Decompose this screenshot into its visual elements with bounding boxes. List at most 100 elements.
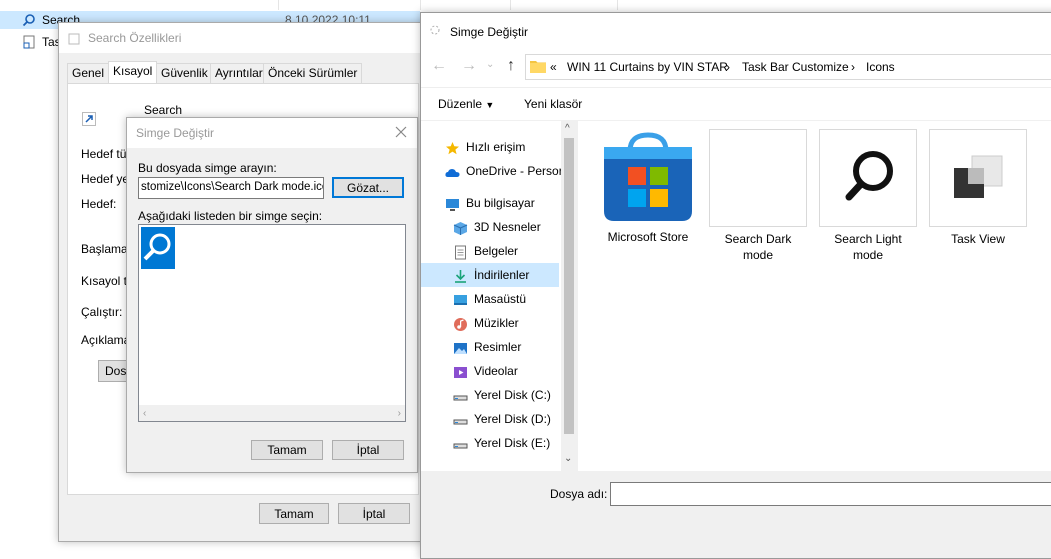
nav-item[interactable]: OneDrive - Persor [421,159,563,183]
file-name: Microsoft Store [607,230,689,244]
tab-details[interactable]: Ayrıntılar [210,63,268,83]
nav-item-label: OneDrive - Persor [466,164,563,178]
horizontal-scrollbar[interactable]: ‹ › [139,405,405,421]
tab-shortcut[interactable]: Kısayol [108,61,158,83]
close-icon[interactable] [395,126,407,138]
store-icon [600,129,696,225]
breadcrumb-separator-icon: › [726,60,730,74]
folder-icon [530,59,546,76]
scroll-left-icon[interactable]: ‹ [143,408,146,419]
scroll-up-icon[interactable]: ^ [565,123,570,134]
task-view-icon [929,129,1027,227]
nav-item[interactable]: Belgeler [421,239,559,263]
back-arrow-icon[interactable]: ← [431,57,447,75]
icon-list[interactable]: ‹ › [138,224,406,422]
scroll-right-icon[interactable]: › [398,408,401,419]
drive-icon [453,388,468,403]
change-icon-dialog: Simge Değiştir Bu dosyada simge arayın: … [126,117,418,473]
blank-icon [709,129,807,227]
window-title: Search Özellikleri [88,31,182,45]
drive-icon [453,436,468,451]
breadcrumb-item[interactable]: Task Bar Customize [742,60,849,74]
scroll-down-icon[interactable]: ⌄ [564,453,572,464]
properties-app-icon [68,33,80,45]
desktop-icon [453,292,468,307]
icon-list-label: Aşağıdaki listeden bir simge seçin: [138,209,323,223]
cancel-button[interactable]: İptal [338,503,410,524]
nav-item[interactable]: Hızlı erişim [421,135,559,159]
star-icon [445,140,460,155]
file-name: Search Light mode [834,232,902,262]
file-tile-task-view[interactable]: Task View [928,129,1028,247]
tab-general[interactable]: Genel [67,63,110,83]
nav-item-label: Resimler [474,340,522,354]
breadcrumb-overflow[interactable]: « [550,60,557,74]
filename-label: Dosya adı: [550,487,608,501]
music-icon [453,316,468,331]
file-tile-search-light-mode[interactable]: Search Light mode [818,129,918,263]
breadcrumb-item[interactable]: WIN 11 Curtains by VIN STAR [567,60,728,74]
up-arrow-icon[interactable]: ↑ [507,57,515,75]
window-title: Simge Değiştir [450,25,529,39]
browse-button[interactable]: Gözat... [332,177,404,198]
search-icon [142,231,174,268]
nav-item[interactable]: Videolar [421,359,559,383]
app-icon [429,24,441,36]
drive-icon [453,412,468,427]
organize-menu[interactable]: Düzenle ▼ [438,97,494,111]
file-open-dialog: Simge Değiştir ← → ⌄ ↑ « WIN 11 Curtains… [420,12,1051,559]
search-icon [819,129,917,227]
column-divider [278,0,279,10]
filename-input[interactable] [610,482,1051,506]
forward-arrow-icon[interactable]: → [461,57,477,75]
navigation-pane[interactable]: Hızlı erişim OneDrive - Persor Bu bilgisay… [421,121,577,471]
breadcrumb-separator-icon: › [851,60,855,74]
new-folder-button[interactable]: Yeni klasör [524,97,582,111]
icon-list-item-search[interactable] [141,227,175,269]
field-label: Çalıştır: [81,305,123,319]
nav-item[interactable]: Bu bilgisayar [421,191,559,215]
tab-strip: Genel Kısayol Güvenlik Ayrıntılar Önceki… [67,61,437,83]
nav-item[interactable]: 3D Nesneler [421,215,559,239]
vertical-scrollbar[interactable]: ^ ⌄ [561,121,577,471]
file-tile-search-dark-mode[interactable]: Search Dark mode [708,129,808,263]
nav-item-label: Yerel Disk (C:) [474,388,551,402]
nav-item-label: Bu bilgisayar [466,196,535,210]
nav-item-label: Belgeler [474,244,519,258]
address-bar[interactable]: « WIN 11 Curtains by VIN STAR › Task Bar… [525,54,1051,80]
file-name: Search Dark mode [724,232,792,262]
nav-item[interactable]: Müzikler [421,311,559,335]
nav-item[interactable]: İndirilenler [421,263,559,287]
cancel-button[interactable]: İptal [332,440,404,460]
title-bar[interactable]: Simge Değiştir [127,118,417,148]
file-tile-microsoft-store[interactable]: Microsoft Store [598,129,698,245]
nav-item-label: Müzikler [474,316,519,330]
nav-item-label: Masaüstü [474,292,527,306]
breadcrumb-item[interactable]: Icons [866,60,895,74]
download-icon [453,268,468,283]
nav-item[interactable]: Masaüstü [421,287,559,311]
pictures-icon [453,340,468,355]
field-label: Hedef: [81,197,117,211]
column-divider [617,0,618,10]
icon-file-path-input[interactable]: stomize\Icons\Search Dark mode.ico [138,177,324,199]
dropdown-arrow-icon: ▼ [485,100,495,110]
ok-button[interactable]: Tamam [251,440,323,460]
nav-item[interactable]: Resimler [421,335,559,359]
nav-item[interactable]: Yerel Disk (D:) [421,407,559,431]
tab-security[interactable]: Güvenlik [156,63,213,83]
nav-item-label: İndirilenler [474,268,530,282]
shortcut-arrow-icon [82,112,96,126]
file-view[interactable]: Microsoft Store Search Dark mode Search … [578,121,1051,471]
ok-button[interactable]: Tamam [259,503,329,524]
nav-item[interactable]: Yerel Disk (C:) [421,383,559,407]
nav-item-label: Yerel Disk (E:) [474,436,551,450]
recent-dropdown-icon[interactable]: ⌄ [486,59,494,70]
tab-previous-versions[interactable]: Önceki Sürümler [263,63,363,83]
title-bar[interactable]: Simge Değiştir [421,13,1051,47]
command-bar: Düzenle ▼ Yeni klasör [421,87,1051,120]
title-bar[interactable]: Search Özellikleri [59,23,439,53]
computer-icon [445,196,460,211]
nav-item[interactable]: Yerel Disk (E:) [421,431,559,455]
scrollbar-thumb[interactable] [564,138,574,434]
